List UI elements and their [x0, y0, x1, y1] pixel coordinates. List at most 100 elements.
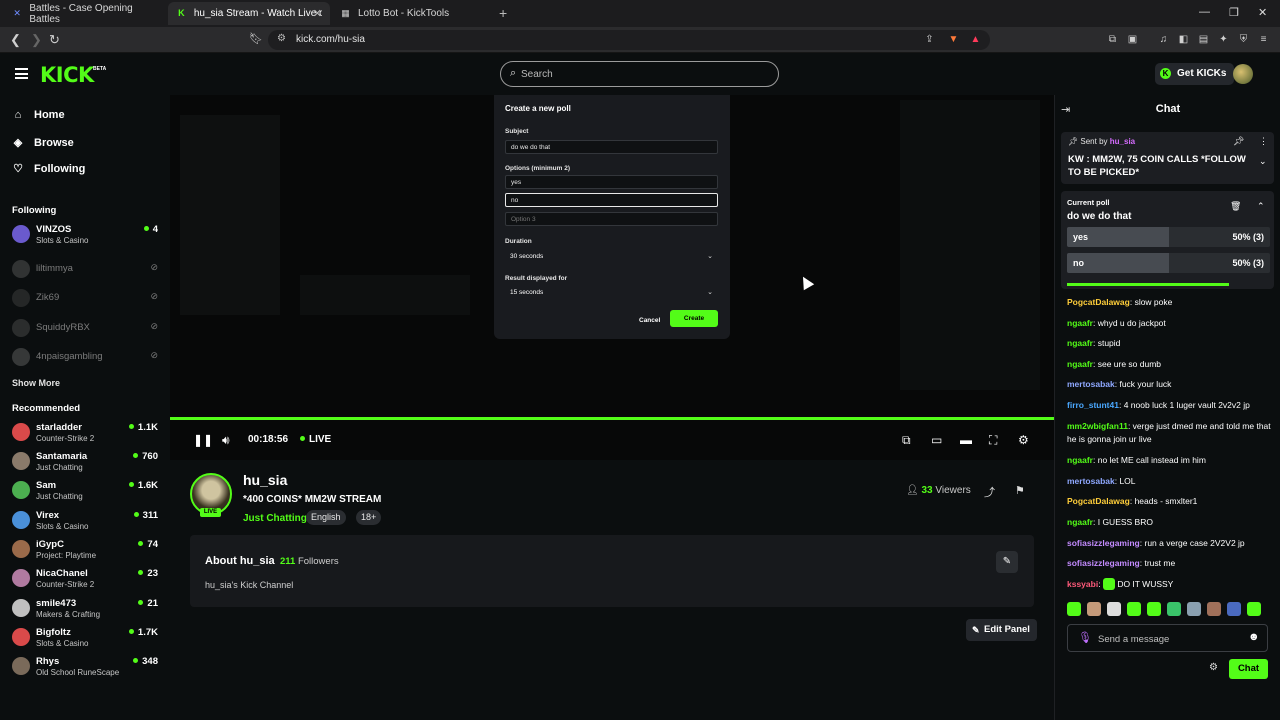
poll-option-1-input[interactable] — [505, 175, 718, 189]
delete-poll-icon[interactable]: 🗑︎ — [1230, 201, 1241, 212]
emote-icon[interactable] — [1207, 602, 1221, 616]
streamer-name[interactable]: hu_sia — [243, 472, 287, 488]
sidebar-item-browse[interactable]: ◈ Browse — [12, 136, 74, 150]
recommended-channel[interactable]: Sam Just Chatting 1.6K — [12, 479, 162, 505]
hamburger-menu-icon[interactable] — [15, 68, 28, 79]
chat-username[interactable]: sofiasizzlegaming — [1067, 538, 1140, 548]
moderator-icon[interactable]: ⚑ — [1015, 484, 1025, 497]
recommended-channel[interactable]: Rhys Old School RuneScape 348 — [12, 655, 162, 681]
share-icon[interactable]: ⤴ — [984, 484, 995, 500]
vpn-icon[interactable]: ⛨ — [1237, 33, 1250, 46]
show-more-link[interactable]: Show More — [12, 378, 60, 388]
following-channel[interactable]: 4npaisgambling ⊘ — [12, 346, 162, 372]
browser-tab-lotto[interactable]: ▦ Lotto Bot - KickTools — [332, 2, 494, 25]
sidebar-toggle-icon[interactable]: ◧ — [1177, 33, 1190, 46]
search-bar[interactable]: ⌕ — [500, 61, 779, 87]
chevron-up-icon[interactable]: ⌃ — [1257, 201, 1265, 212]
browser-tab-kick[interactable]: K hu_sia Stream - Watch Live on Kick ✕ — [168, 2, 330, 25]
emote-icon[interactable] — [1127, 602, 1141, 616]
recommended-channel[interactable]: Virex Slots & Casino 311 — [12, 509, 162, 535]
sidebar-item-following[interactable]: ♡ Following — [12, 162, 85, 176]
chat-username[interactable]: sofiasizzlegaming — [1067, 558, 1140, 568]
close-window-icon[interactable]: ✕ — [1258, 6, 1267, 19]
emote-icon[interactable] — [1167, 602, 1181, 616]
chat-username[interactable]: ngaafr — [1067, 318, 1093, 328]
reload-icon[interactable]: ↻ — [49, 32, 60, 48]
url-field[interactable]: ⚙︎ kick.com/hu-sia — [268, 30, 990, 50]
more-options-icon[interactable]: ⋮ — [1259, 136, 1268, 147]
chat-input-box[interactable]: 🎙︎ ☻ — [1067, 624, 1268, 652]
edit-pencil-icon[interactable]: ✎ — [996, 551, 1018, 573]
recommended-channel[interactable]: Bigfoltz Slots & Casino 1.7K — [12, 626, 162, 652]
brave-shield-icon[interactable]: ▼ — [947, 33, 960, 46]
recommended-channel[interactable]: NicaChanel Counter-Strike 2 23 — [12, 567, 162, 593]
chat-username[interactable]: firro_stunt41 — [1067, 400, 1119, 410]
user-avatar[interactable] — [1233, 64, 1253, 84]
maximize-window-icon[interactable]: ❐ — [1229, 6, 1239, 19]
menu-icon[interactable]: ≡ — [1257, 33, 1270, 46]
result-duration-select[interactable]: 15 seconds ⌄ — [505, 286, 718, 300]
pinned-sender-name[interactable]: hu_sia — [1110, 137, 1135, 146]
chat-identity-icon[interactable]: 🎙︎ — [1078, 631, 1092, 644]
following-channel[interactable]: SquiddyRBX ⊘ — [12, 317, 162, 343]
stream-tag[interactable]: 18+ — [356, 510, 382, 525]
get-kicks-button[interactable]: K Get KICKs — [1155, 63, 1235, 85]
recommended-channel[interactable]: starladder Counter-Strike 2 1.1K — [12, 421, 162, 447]
following-channel[interactable]: VINZOS Slots & Casino 4 — [12, 223, 162, 249]
picture-in-picture-icon[interactable]: ⧉ — [902, 433, 911, 448]
emote-icon[interactable] — [1107, 602, 1121, 616]
close-tab-icon[interactable]: ✕ — [313, 7, 322, 20]
live-indicator[interactable]: LIVE — [300, 434, 331, 445]
wallet-icon[interactable]: ▤ — [1197, 33, 1210, 46]
chevron-down-icon[interactable]: ⌄ — [1259, 156, 1267, 167]
chat-username[interactable]: mertosabak — [1067, 476, 1115, 486]
poll-option[interactable]: yes 50% (3) — [1067, 227, 1270, 247]
cancel-button[interactable]: Cancel — [639, 317, 660, 324]
stream-category-link[interactable]: Just Chatting — [243, 513, 307, 524]
unpin-icon[interactable]: 📌︎ — [1233, 136, 1244, 147]
poll-subject-input[interactable] — [505, 140, 718, 154]
recommended-channel[interactable]: iGypC Project: Playtime 74 — [12, 538, 162, 564]
browser-tab-battles[interactable]: ✕ Battles - Case Opening Battles — [4, 2, 166, 25]
chat-username[interactable]: ngaafr — [1067, 359, 1093, 369]
minimize-window-icon[interactable]: — — [1199, 6, 1210, 18]
chat-username[interactable]: mm2wbigfan11 — [1067, 421, 1128, 431]
settings-gear-icon[interactable]: ⚙ — [1018, 433, 1029, 447]
emote-icon[interactable] — [1227, 602, 1241, 616]
poll-option-2-input[interactable] — [505, 193, 718, 207]
chat-username[interactable]: PogcatDalawag — [1067, 297, 1130, 307]
following-channel[interactable]: Zik69 ⊘ — [12, 287, 162, 313]
poll-option-3-input[interactable] — [505, 212, 718, 226]
chat-username[interactable]: ngaafr — [1067, 338, 1093, 348]
chat-username[interactable]: kssyabi — [1067, 579, 1098, 589]
leo-ai-icon[interactable]: ✦ — [1217, 33, 1230, 46]
screenshot-icon[interactable]: ▣ — [1126, 33, 1139, 46]
chat-settings-icon[interactable]: ⚙ — [1209, 662, 1218, 673]
chat-username[interactable]: mertosabak — [1067, 379, 1115, 389]
forward-icon[interactable]: ❯ — [31, 32, 42, 48]
bookmark-icon[interactable]: 🔖︎ — [249, 32, 263, 45]
recommended-channel[interactable]: Santamaria Just Chatting 760 — [12, 450, 162, 476]
new-tab-icon[interactable]: + — [499, 5, 507, 21]
duration-select[interactable]: 30 seconds ⌄ — [505, 250, 718, 264]
emote-icon[interactable] — [1147, 602, 1161, 616]
volume-icon[interactable]: 🔊︎ — [222, 433, 230, 448]
kick-logo[interactable]: KICK — [40, 63, 94, 87]
emote-icon[interactable] — [1087, 602, 1101, 616]
create-poll-button[interactable]: Create — [670, 310, 718, 327]
recommended-channel[interactable]: smile473 Makers & Crafting 21 — [12, 597, 162, 623]
emoji-picker-icon[interactable]: ☻ — [1248, 631, 1260, 643]
clip-icon[interactable]: ▭ — [931, 433, 942, 447]
site-info-icon[interactable]: ⚙︎ — [277, 33, 286, 44]
share-icon[interactable]: ⇪ — [923, 33, 936, 46]
emote-icon[interactable] — [1247, 602, 1261, 616]
send-chat-button[interactable]: Chat — [1229, 659, 1268, 679]
media-icon[interactable]: ♫ — [1157, 33, 1170, 46]
edit-panel-button[interactable]: ✎ Edit Panel — [966, 619, 1037, 641]
emote-icon[interactable] — [1187, 602, 1201, 616]
chat-username[interactable]: ngaafr — [1067, 517, 1093, 527]
emote-icon[interactable] — [1067, 602, 1081, 616]
chat-username[interactable]: ngaafr — [1067, 455, 1093, 465]
following-channel[interactable]: liltimmya ⊘ — [12, 258, 162, 284]
extensions-icon[interactable]: ⧉ — [1106, 33, 1119, 46]
